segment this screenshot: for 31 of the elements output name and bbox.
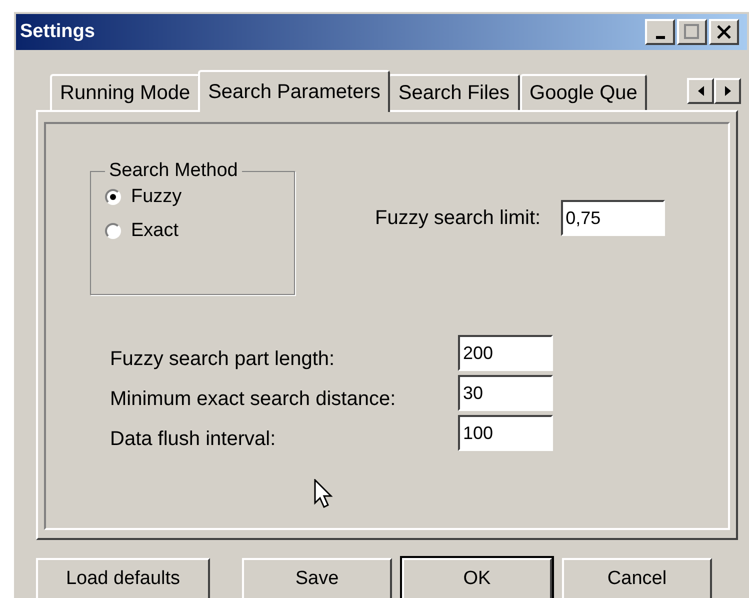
dialog-button[interactable]: Load defaults	[36, 558, 210, 598]
input-field[interactable]: 30	[458, 375, 553, 411]
maximize-button[interactable]	[677, 19, 707, 45]
tab[interactable]: Search Parameters	[198, 70, 390, 112]
left-arrow-icon	[696, 86, 704, 96]
field-label: Fuzzy search part length:	[110, 348, 336, 371]
tab[interactable]: Running Mode	[50, 74, 200, 110]
input-field[interactable]: 200	[458, 335, 553, 371]
dialog-button[interactable]: Cancel	[562, 558, 712, 598]
tab[interactable]: Google Que	[520, 74, 648, 110]
input-field[interactable]: 100	[458, 415, 553, 451]
close-icon	[717, 25, 731, 39]
right-arrow-icon	[724, 86, 732, 96]
input-field[interactable]: 0,75	[560, 200, 665, 236]
scroll-right-button[interactable]	[714, 78, 741, 104]
dialog-button[interactable]: Save	[242, 558, 392, 598]
close-button[interactable]	[709, 19, 739, 45]
maximize-icon	[684, 24, 700, 40]
dialog-button[interactable]: OK	[402, 558, 552, 598]
minimize-button[interactable]	[645, 19, 675, 45]
cursor-icon	[314, 479, 334, 509]
field-label: Data flush interval:	[110, 428, 277, 451]
minimize-icon	[656, 36, 664, 38]
radio-option[interactable]: Fuzzy	[105, 186, 280, 208]
field-label: Fuzzy search limit:	[375, 206, 541, 230]
tab[interactable]: Search Files	[388, 74, 520, 110]
group-title: Search Method	[108, 160, 239, 182]
scroll-left-button[interactable]	[687, 78, 714, 104]
radio-option[interactable]: Exact	[105, 220, 280, 242]
field-label: Minimum exact search distance:	[110, 388, 397, 411]
window-title: Settings	[20, 21, 95, 43]
